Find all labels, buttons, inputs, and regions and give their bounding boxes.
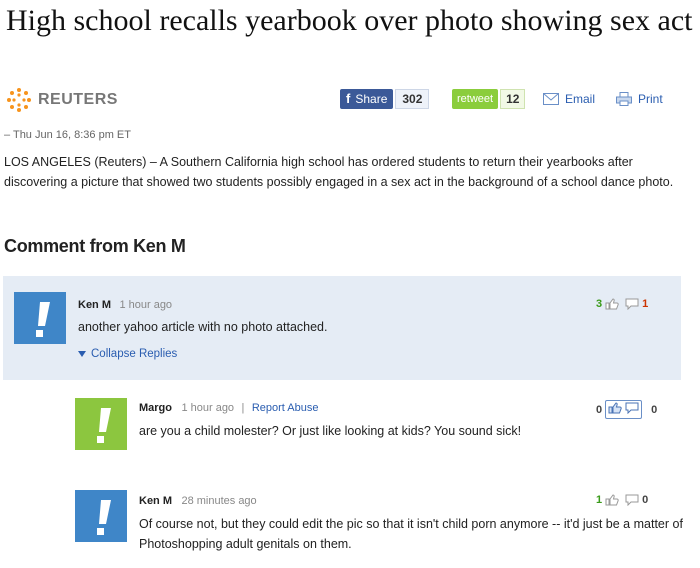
email-label: Email	[565, 92, 596, 106]
article-headline: High school recalls yearbook over photo …	[6, 4, 693, 37]
share-label: Share	[355, 92, 388, 106]
avatar[interactable]	[75, 490, 127, 542]
reply-header: Margo 1 hour ago | Report Abuse	[139, 398, 318, 416]
avatar[interactable]	[75, 398, 127, 450]
printer-icon	[616, 92, 632, 106]
comment-header: Ken M 1 hour ago	[78, 295, 172, 313]
reply-time: 1 hour ago	[181, 402, 235, 414]
thumbs-down-icon[interactable]	[625, 402, 639, 417]
retweet-count: 12	[500, 89, 526, 109]
comment-text: another yahoo article with no photo atta…	[78, 320, 328, 334]
reply-header: Ken M 28 minutes ago	[139, 491, 257, 509]
comment-author[interactable]: Ken M	[78, 299, 111, 311]
share-count: 302	[395, 89, 430, 109]
article-dateline: – Thu Jun 16, 8:36 pm ET	[4, 129, 131, 141]
thumbs-up-icon[interactable]	[605, 494, 619, 506]
comments-heading: Comment from Ken M	[4, 236, 186, 256]
thumbs-up-icon[interactable]	[605, 298, 619, 310]
article-body: LOS ANGELES (Reuters) – A Southern Calif…	[4, 155, 674, 189]
reply-text: Of course not, but they could edit the p…	[139, 517, 683, 551]
envelope-icon	[543, 93, 559, 105]
facebook-share: f Share 302	[340, 89, 430, 109]
thumbs-down-icon[interactable]	[625, 494, 639, 506]
collapse-label: Collapse Replies	[91, 348, 178, 360]
reply-votes: 1 0	[596, 494, 648, 506]
reply-time: 28 minutes ago	[181, 495, 257, 507]
thumbs-down-count: 0	[642, 494, 649, 506]
collapse-replies-link[interactable]: Collapse Replies	[78, 348, 177, 360]
print-link[interactable]: Print	[616, 92, 663, 106]
reply-text: are you a child molester? Or just like l…	[139, 424, 522, 438]
retweet-widget: retweet 12	[452, 89, 526, 109]
comment-votes: 3 1	[596, 298, 648, 310]
thumbs-up-count: 3	[596, 298, 603, 310]
thumbs-down-icon[interactable]	[625, 298, 639, 310]
source-name: REUTERS	[38, 91, 118, 108]
comment-time: 1 hour ago	[119, 299, 173, 311]
separator: |	[241, 402, 245, 414]
reply-author[interactable]: Ken M	[139, 495, 172, 507]
thumbs-up-count: 1	[596, 494, 603, 506]
avatar[interactable]	[14, 292, 66, 344]
vote-buttons[interactable]	[605, 400, 643, 419]
thumbs-up-count: 0	[596, 403, 603, 416]
thumbs-down-count: 1	[642, 298, 649, 310]
source-brand: REUTERS	[6, 86, 118, 114]
reuters-logo-icon	[7, 88, 31, 112]
reply-votes: 0 0	[596, 400, 657, 419]
reply-author[interactable]: Margo	[139, 402, 172, 414]
report-abuse-link[interactable]: Report Abuse	[252, 402, 319, 414]
triangle-down-icon	[78, 351, 86, 357]
facebook-share-button[interactable]: f Share	[340, 89, 394, 109]
thumbs-down-count: 0	[651, 403, 658, 416]
retweet-button[interactable]: retweet	[452, 89, 499, 109]
thumbs-up-icon[interactable]	[608, 402, 622, 417]
print-label: Print	[638, 92, 663, 106]
email-link[interactable]: Email	[543, 92, 595, 106]
facebook-icon: f	[346, 91, 351, 106]
